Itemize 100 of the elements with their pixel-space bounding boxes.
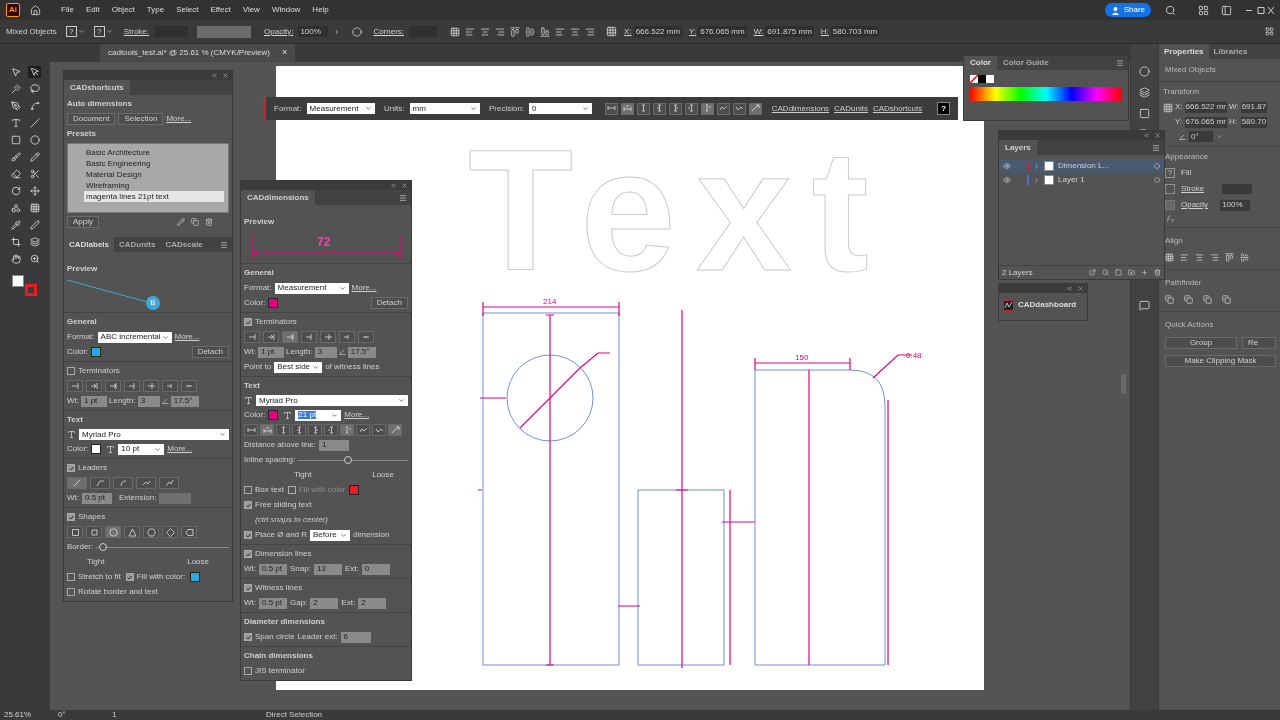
apply-button[interactable]: Apply <box>67 216 99 228</box>
menu-item[interactable]: Help <box>312 4 329 16</box>
menu-item[interactable]: Select <box>176 4 199 16</box>
field-label: Wt: <box>244 563 256 575</box>
more-link[interactable]: More... <box>174 331 200 343</box>
coordinate-field[interactable]: 666.522 mm <box>633 26 683 37</box>
panel-tab[interactable]: Color Guide <box>996 56 1055 70</box>
fill-swatch[interactable]: ? <box>65 26 77 37</box>
input-field[interactable]: 17.5° <box>170 395 199 407</box>
panel-button[interactable]: Detach <box>370 297 408 309</box>
input-field[interactable]: 2 <box>358 597 387 609</box>
dropdown[interactable]: ABC incremental <box>97 331 172 343</box>
panel-link[interactable]: CADdimensions <box>771 102 830 115</box>
help-button[interactable]: ? <box>937 102 950 115</box>
fill-swatch[interactable]: ? <box>1165 168 1175 178</box>
dropdown[interactable]: mm <box>409 103 480 114</box>
dropdown[interactable]: Measurement <box>274 282 349 294</box>
dropdown[interactable]: 10 pt <box>118 443 165 455</box>
action-button[interactable]: Re <box>1242 337 1276 349</box>
panel-button[interactable]: Detach <box>191 346 229 358</box>
coordinate-field[interactable]: 676.065 mm <box>698 26 747 37</box>
coordinate-field[interactable]: 666.522 mr <box>1184 101 1228 113</box>
panel-tab[interactable]: Properties <box>1159 44 1209 59</box>
input-field[interactable]: 0.5 pt <box>259 563 287 575</box>
input-field[interactable]: 1 pt <box>258 346 284 358</box>
coordinate-field[interactable]: 691.875 mm <box>765 26 814 37</box>
menu-item[interactable]: Edit <box>85 4 100 16</box>
menu-item[interactable]: Window <box>271 4 301 16</box>
panel-tab[interactable]: Layers <box>999 140 1037 155</box>
layer-row[interactable]: Layer 1 <box>999 173 1164 187</box>
label-bubble: B <box>146 296 160 310</box>
section-heading: Pathfinder <box>1165 277 1203 289</box>
coordinate-field[interactable]: 580.70 <box>1240 116 1268 128</box>
menu-item[interactable]: Type <box>146 4 165 16</box>
section-heading: Quick Actions <box>1165 319 1215 331</box>
input-field[interactable]: 13 <box>313 563 342 575</box>
panel-button[interactable]: Selection <box>118 113 164 125</box>
input-field[interactable]: 6 <box>340 631 371 643</box>
input-field[interactable]: 1 <box>319 439 350 451</box>
panel-tab[interactable]: CADshortcuts <box>64 80 130 95</box>
artboard-field[interactable]: 1 <box>112 711 152 719</box>
input-field[interactable]: 3 <box>314 346 337 358</box>
stroke-label: Stroke: <box>123 25 150 38</box>
more-link[interactable]: More... <box>166 113 192 125</box>
section-heading: Presets <box>67 128 97 140</box>
dropdown[interactable]: 21 pt <box>295 409 342 421</box>
more-link[interactable]: More... <box>351 282 377 294</box>
input-field[interactable]: 17.5° <box>347 346 376 358</box>
dropdown[interactable]: 0 <box>529 103 592 114</box>
action-button[interactable]: Group <box>1165 337 1237 349</box>
more-link[interactable]: More... <box>344 409 370 421</box>
close-icon[interactable]: × <box>281 46 288 60</box>
stroke-swatch[interactable]: ? <box>93 26 105 37</box>
action-button[interactable]: Make Clipping Mask <box>1165 355 1276 367</box>
dropdown[interactable]: Before <box>310 529 351 541</box>
input-field[interactable]: 0.5 pt <box>259 597 287 609</box>
panel-link[interactable]: CADunits <box>834 102 868 115</box>
panel-tab[interactable]: CADlabels <box>64 237 114 252</box>
input-field[interactable]: 2 <box>310 597 339 609</box>
dropdown[interactable]: Measurement <box>306 103 376 114</box>
coordinate-field[interactable]: 691.87 <box>1240 101 1268 113</box>
menu-item[interactable]: Effect <box>210 4 231 16</box>
menu-item[interactable]: Object <box>111 4 135 16</box>
menu-item[interactable]: File <box>61 4 74 16</box>
layer-count: 2 Layers <box>1002 266 1033 279</box>
section-heading: Text <box>244 380 261 392</box>
panel-link[interactable]: CADshortcuts <box>872 102 923 115</box>
dropdown[interactable]: Best side <box>274 361 323 373</box>
layer-row[interactable]: Dimension L... <box>999 159 1164 173</box>
input-field[interactable]: 0 <box>361 563 390 575</box>
panel-button[interactable]: Document <box>67 113 116 125</box>
more-link[interactable]: More... <box>167 443 193 455</box>
opacity-field[interactable]: 100% <box>298 26 329 37</box>
coordinate-field[interactable]: 580.703 mm <box>830 26 880 37</box>
preset-item[interactable]: Wireframing <box>84 180 224 191</box>
opacity-field[interactable]: 100% <box>1220 199 1251 211</box>
share-button[interactable]: Share <box>1104 3 1151 17</box>
zoom-field[interactable]: 25.61% <box>4 711 44 719</box>
dropdown[interactable]: Myriad Pro <box>79 429 229 440</box>
panel-tab[interactable]: Color <box>964 56 997 70</box>
preset-item[interactable]: Basic Engineering <box>84 158 224 169</box>
input-field[interactable]: 1 pt <box>81 395 107 407</box>
field-label: Snap: <box>290 563 311 575</box>
preset-item[interactable]: Material Design <box>84 169 224 180</box>
dropdown[interactable]: Myriad Pro <box>256 395 408 406</box>
panel-tab[interactable]: CADdimensions <box>241 190 315 205</box>
input-field[interactable]: 0.5 pt <box>82 492 112 504</box>
panel-tab[interactable]: CADunits <box>114 237 161 252</box>
preset-item[interactable]: magenta lines 21pt text <box>84 191 224 202</box>
panel-tab[interactable]: Libraries <box>1208 44 1253 59</box>
angle-field[interactable]: 0° <box>1189 131 1213 142</box>
panel-title: CADdashboard <box>1018 299 1077 311</box>
coordinate-field[interactable]: 676.065 mr <box>1184 116 1228 128</box>
input-field[interactable]: 3 <box>137 395 160 407</box>
document-tab[interactable]: cadtools_test.ai* @ 25.61 % (CMYK/Preview) × <box>100 44 296 62</box>
panel-tab[interactable]: CADscale <box>160 237 208 252</box>
preset-item[interactable]: Basic Architecture <box>84 147 224 158</box>
menu-item[interactable]: View <box>242 4 260 16</box>
rotation-field[interactable]: 0° <box>58 711 98 719</box>
checkbox-label: Stretch to fit <box>78 571 121 583</box>
